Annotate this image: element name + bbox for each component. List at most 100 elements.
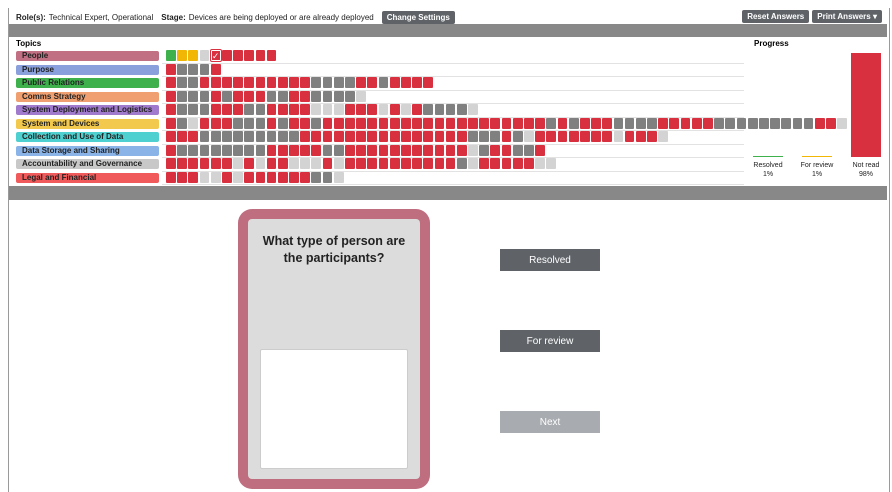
question-cell[interactable] xyxy=(333,90,344,102)
question-cell[interactable] xyxy=(166,144,176,156)
question-cell[interactable] xyxy=(423,144,434,156)
question-cell[interactable] xyxy=(221,144,232,156)
question-cell[interactable] xyxy=(221,77,232,89)
question-cell[interactable] xyxy=(266,144,277,156)
question-cell[interactable] xyxy=(434,144,445,156)
question-cell[interactable] xyxy=(166,171,176,183)
question-cell[interactable] xyxy=(300,158,311,170)
question-cell[interactable] xyxy=(188,104,199,116)
question-cell[interactable] xyxy=(579,131,590,143)
question-cell[interactable] xyxy=(367,77,378,89)
question-cell[interactable] xyxy=(524,144,534,156)
question-cell[interactable] xyxy=(188,171,199,183)
resolved-button[interactable]: Resolved xyxy=(500,249,600,271)
question-cell[interactable] xyxy=(479,131,490,143)
question-cell[interactable] xyxy=(546,117,557,129)
question-cell[interactable] xyxy=(266,117,277,129)
question-cell[interactable] xyxy=(322,131,333,143)
question-cell[interactable] xyxy=(177,131,187,143)
question-cell[interactable] xyxy=(356,117,366,129)
question-cell[interactable] xyxy=(266,50,277,61)
question-cell[interactable] xyxy=(311,131,322,143)
question-cell[interactable] xyxy=(244,50,255,61)
question-cell[interactable] xyxy=(199,63,210,75)
question-cell[interactable] xyxy=(736,117,747,129)
question-cell[interactable] xyxy=(356,144,366,156)
question-cell[interactable] xyxy=(456,104,467,116)
question-cell[interactable] xyxy=(188,50,199,61)
question-cell[interactable] xyxy=(658,131,669,143)
question-cell[interactable] xyxy=(635,131,646,143)
question-cell[interactable] xyxy=(512,158,523,170)
question-cell[interactable] xyxy=(289,104,299,116)
question-cell[interactable] xyxy=(456,144,467,156)
question-cell[interactable] xyxy=(501,144,512,156)
question-cell[interactable] xyxy=(434,104,445,116)
topic-data-storage-and-sharing[interactable]: Data Storage and Sharing xyxy=(16,145,159,156)
question-cell[interactable] xyxy=(289,171,299,183)
question-cell[interactable] xyxy=(423,117,434,129)
topic-accountability-and-governance[interactable]: Accountability and Governance xyxy=(16,159,159,170)
question-cell[interactable] xyxy=(266,77,277,89)
question-cell[interactable] xyxy=(221,104,232,116)
question-cell[interactable] xyxy=(367,131,378,143)
question-cell[interactable] xyxy=(277,158,288,170)
question-cell[interactable] xyxy=(244,144,255,156)
question-cell[interactable] xyxy=(255,77,266,89)
question-cell[interactable] xyxy=(166,63,176,75)
question-cell[interactable] xyxy=(591,117,601,129)
question-cell[interactable] xyxy=(177,158,187,170)
question-cell[interactable] xyxy=(244,117,255,129)
question-cell[interactable] xyxy=(389,104,400,116)
question-cell[interactable] xyxy=(300,77,311,89)
question-cell[interactable] xyxy=(758,117,769,129)
question-cell[interactable] xyxy=(322,77,333,89)
question-cell[interactable] xyxy=(613,117,624,129)
question-cell[interactable] xyxy=(300,90,311,102)
question-cell[interactable] xyxy=(277,104,288,116)
question-cell[interactable] xyxy=(210,90,221,102)
question-cell[interactable] xyxy=(255,104,266,116)
question-cell[interactable] xyxy=(367,117,378,129)
question-cell[interactable] xyxy=(177,50,187,61)
question-cell[interactable] xyxy=(266,171,277,183)
question-cell[interactable] xyxy=(221,117,232,129)
question-cell[interactable] xyxy=(445,117,456,129)
question-cell[interactable] xyxy=(177,144,187,156)
question-cell[interactable] xyxy=(546,158,557,170)
question-cell[interactable] xyxy=(468,131,478,143)
question-cell[interactable] xyxy=(244,90,255,102)
question-cell[interactable] xyxy=(434,158,445,170)
question-cell[interactable] xyxy=(166,158,176,170)
question-cell[interactable] xyxy=(356,90,366,102)
question-cell[interactable] xyxy=(233,104,243,116)
question-cell[interactable] xyxy=(233,131,243,143)
question-cell[interactable] xyxy=(412,158,422,170)
question-cell[interactable] xyxy=(210,158,221,170)
question-cell[interactable] xyxy=(199,158,210,170)
question-cell[interactable] xyxy=(479,158,490,170)
question-cell[interactable] xyxy=(535,158,545,170)
question-cell[interactable] xyxy=(300,117,311,129)
question-cell[interactable] xyxy=(535,117,545,129)
question-cell[interactable] xyxy=(423,77,434,89)
question-cell[interactable] xyxy=(378,104,389,116)
question-cell[interactable] xyxy=(691,117,702,129)
question-cell[interactable] xyxy=(378,117,389,129)
question-cell[interactable] xyxy=(266,131,277,143)
question-cell[interactable] xyxy=(233,90,243,102)
question-cell[interactable] xyxy=(456,158,467,170)
question-cell[interactable] xyxy=(524,158,534,170)
question-cell[interactable] xyxy=(199,50,210,61)
question-cell[interactable] xyxy=(244,77,255,89)
question-cell[interactable] xyxy=(188,90,199,102)
question-cell[interactable] xyxy=(345,104,355,116)
question-cell[interactable] xyxy=(210,171,221,183)
question-cell[interactable] xyxy=(468,158,478,170)
question-cell[interactable] xyxy=(568,131,579,143)
question-cell[interactable] xyxy=(311,144,322,156)
question-cell[interactable] xyxy=(546,131,557,143)
question-cell[interactable] xyxy=(479,117,490,129)
question-cell[interactable] xyxy=(255,144,266,156)
question-cell[interactable] xyxy=(490,117,501,129)
